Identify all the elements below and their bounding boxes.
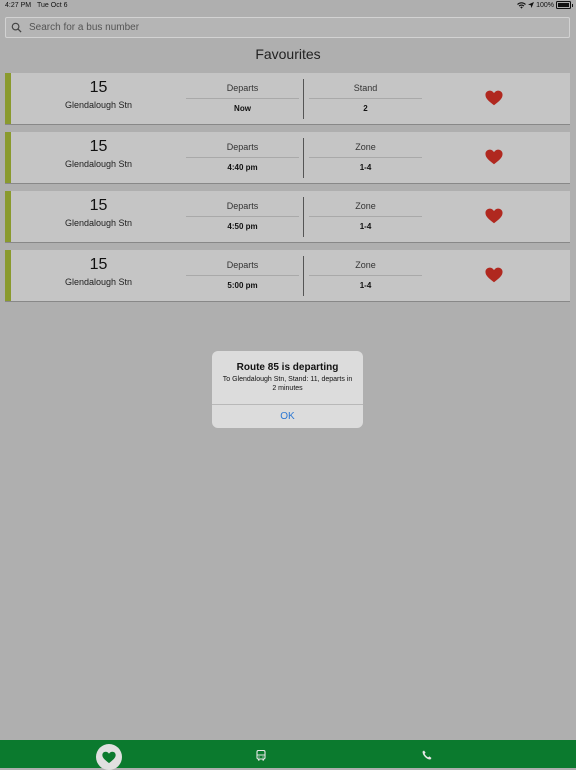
info-value: 1-4 bbox=[359, 281, 372, 290]
departs-label: Departs bbox=[226, 201, 259, 211]
info-label: Zone bbox=[355, 201, 376, 211]
alert-message: To Glendalough Stn, Stand: 11, departs i… bbox=[222, 376, 353, 392]
tab-bus[interactable] bbox=[253, 746, 269, 764]
heart-icon[interactable] bbox=[485, 207, 503, 225]
route-stop: Glendalough Stn bbox=[64, 218, 133, 228]
route-stop: Glendalough Stn bbox=[64, 159, 133, 169]
info-label: Zone bbox=[355, 142, 376, 152]
route-accent-bar bbox=[5, 73, 11, 124]
status-indicators: 100% bbox=[517, 1, 573, 9]
departs-value: 4:50 pm bbox=[227, 222, 258, 231]
separator bbox=[309, 216, 422, 217]
departs-value: 5:00 pm bbox=[227, 281, 258, 290]
route-stop: Glendalough Stn bbox=[64, 100, 133, 110]
tab-favourites[interactable] bbox=[96, 744, 122, 770]
tab-phone[interactable] bbox=[420, 746, 434, 764]
search-input[interactable] bbox=[27, 21, 551, 34]
alert-title: Route 85 is departing bbox=[236, 362, 339, 373]
location-arrow-icon bbox=[528, 2, 535, 8]
departs-label: Departs bbox=[226, 260, 259, 270]
separator bbox=[309, 157, 422, 158]
departs-label: Departs bbox=[226, 142, 259, 152]
favourite-card[interactable]: 15 Glendalough Stn Departs Now Stand 2 bbox=[5, 73, 570, 125]
column-divider bbox=[303, 79, 304, 119]
favourite-card[interactable]: 15 Glendalough Stn Departs 4:40 pm Zone … bbox=[5, 132, 570, 184]
route-number: 15 bbox=[89, 197, 108, 214]
battery-icon bbox=[556, 1, 573, 9]
departure-alert: Route 85 is departing To Glendalough Stn… bbox=[212, 351, 363, 428]
route-number: 15 bbox=[89, 256, 108, 273]
battery-percent: 100% bbox=[536, 1, 554, 9]
separator bbox=[186, 98, 299, 99]
separator bbox=[309, 275, 422, 276]
info-value: 1-4 bbox=[359, 222, 372, 231]
status-bar: 4:27 PM Tue Oct 6 100% bbox=[0, 0, 576, 12]
heart-icon[interactable] bbox=[485, 89, 503, 107]
search-icon bbox=[11, 22, 23, 34]
column-divider bbox=[303, 197, 304, 237]
info-label: Stand bbox=[353, 83, 378, 93]
separator bbox=[186, 157, 299, 158]
alert-ok-button[interactable]: OK bbox=[212, 405, 363, 428]
status-time: 4:27 PM bbox=[5, 2, 32, 9]
page-title: Favourites bbox=[255, 46, 321, 62]
route-stop: Glendalough Stn bbox=[64, 277, 133, 287]
route-accent-bar bbox=[5, 132, 11, 183]
phone-icon bbox=[422, 750, 432, 760]
bus-icon bbox=[256, 749, 266, 761]
heart-icon[interactable] bbox=[485, 266, 503, 284]
heart-icon[interactable] bbox=[485, 148, 503, 166]
separator bbox=[186, 216, 299, 217]
column-divider bbox=[303, 138, 304, 178]
info-label: Zone bbox=[355, 260, 376, 270]
info-value: 2 bbox=[363, 104, 368, 113]
separator bbox=[309, 98, 422, 99]
departs-label: Departs bbox=[226, 83, 259, 93]
column-divider bbox=[303, 256, 304, 296]
tab-bar bbox=[0, 740, 576, 770]
favourite-card[interactable]: 15 Glendalough Stn Departs 5:00 pm Zone … bbox=[5, 250, 570, 302]
heart-icon bbox=[102, 751, 116, 763]
search-bar[interactable] bbox=[5, 17, 570, 38]
info-value: 1-4 bbox=[359, 163, 372, 172]
separator bbox=[186, 275, 299, 276]
departs-value: 4:40 pm bbox=[227, 163, 258, 172]
wifi-icon bbox=[517, 1, 526, 9]
route-accent-bar bbox=[5, 250, 11, 301]
route-accent-bar bbox=[5, 191, 11, 242]
departs-value: Now bbox=[234, 104, 251, 113]
status-date: Tue Oct 6 bbox=[37, 2, 68, 9]
route-number: 15 bbox=[89, 138, 108, 155]
route-number: 15 bbox=[89, 79, 108, 96]
favourite-card[interactable]: 15 Glendalough Stn Departs 4:50 pm Zone … bbox=[5, 191, 570, 243]
